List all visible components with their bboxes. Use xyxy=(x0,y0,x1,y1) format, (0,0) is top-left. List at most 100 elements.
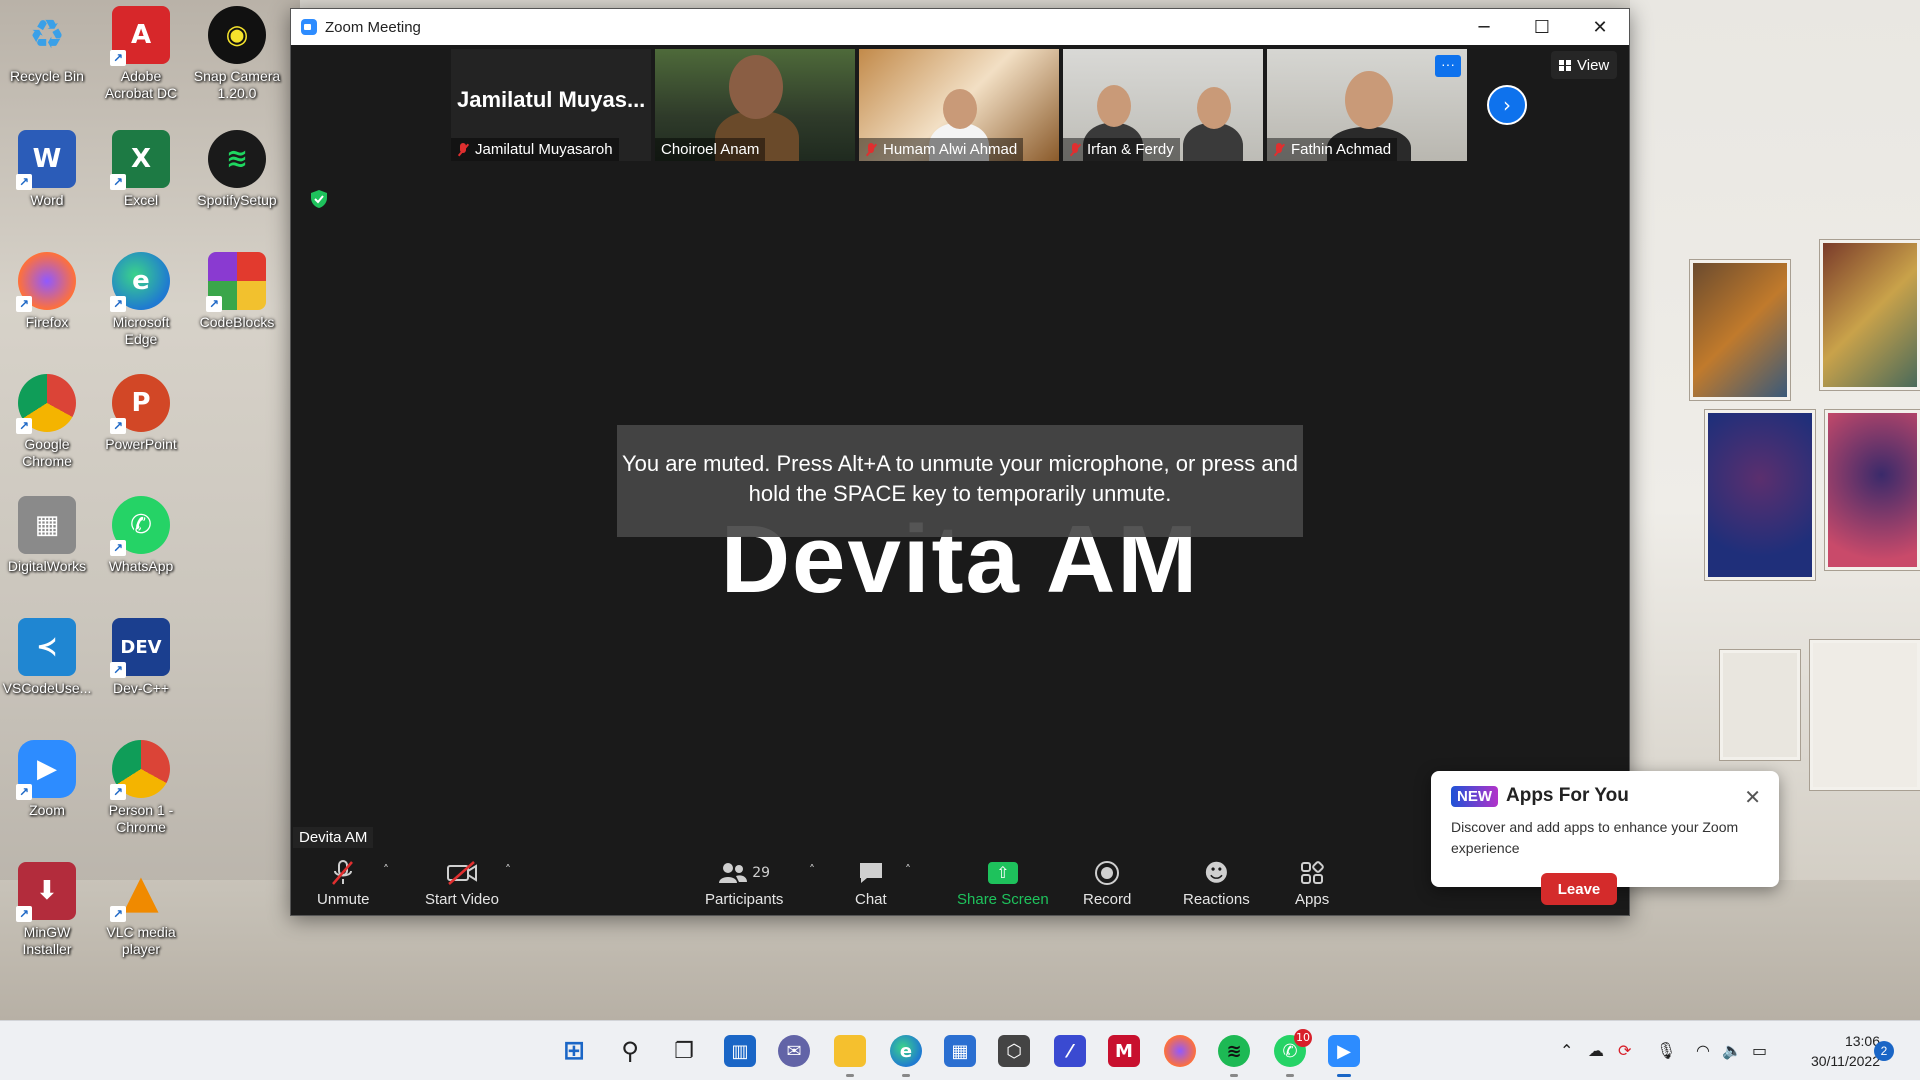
desktop-icon-codeblocks[interactable]: ↗ CodeBlocks xyxy=(192,252,282,331)
file-explorer-icon[interactable] xyxy=(834,1035,866,1077)
notification-count-badge[interactable]: 2 xyxy=(1874,1041,1894,1061)
desktop-icon-chrome-person1[interactable]: ↗ Person 1 - Chrome xyxy=(96,740,186,836)
devcpp-icon: DEV ↗ xyxy=(110,618,170,678)
reactions-button[interactable]: ☻ Reactions xyxy=(1183,857,1250,908)
chrome-icon: ↗ xyxy=(16,374,76,434)
search-icon[interactable]: ⚲ xyxy=(614,1035,646,1067)
participants-icon: 29 xyxy=(718,857,770,889)
participant-name: Fathin Achmad xyxy=(1291,141,1392,158)
zoom-icon: ▶ ↗ xyxy=(16,740,76,800)
participant-name-placeholder: Jamilatul Muyas... xyxy=(457,87,646,112)
desktop-icon-vlc[interactable]: ▲ ↗ VLC media player xyxy=(96,862,186,958)
zoom-icon[interactable]: ▶ xyxy=(1328,1035,1360,1077)
record-button[interactable]: Record xyxy=(1083,857,1131,908)
maximize-button[interactable]: ☐ xyxy=(1513,9,1571,45)
onedrive-cloud-icon[interactable]: ☁ xyxy=(1588,1041,1604,1060)
widgets-icon[interactable]: ▥ xyxy=(724,1035,756,1067)
share-screen-button[interactable]: ⇧ Share Screen xyxy=(957,857,1049,908)
apps-icon xyxy=(1299,857,1325,889)
acrobat-icon: A ↗ xyxy=(110,6,170,66)
minimize-button[interactable]: ─ xyxy=(1455,9,1513,45)
participant-thumbnail[interactable]: Humam Alwi Ahmad xyxy=(859,49,1059,161)
more-options-button[interactable]: ··· xyxy=(1435,55,1461,77)
title-bar[interactable]: Zoom Meeting ─ ☐ ✕ xyxy=(291,9,1629,45)
self-view-label: Devita AM xyxy=(293,827,374,848)
sync-status-icon[interactable]: ⟳ xyxy=(1618,1041,1631,1060)
wallpaper-painting xyxy=(1705,410,1815,580)
taskbar: ⊞ ⚲ ❐ ▥ ✉ e ▦ ⬡ ⁄ M ≋ ✆ 10 ▶ ⌃ ☁ ⟳ 🎙 ◠ 🔈 … xyxy=(0,1020,1920,1080)
snap-camera-icon: ◉ xyxy=(208,6,266,64)
desktop-icon-firefox[interactable]: ↗ Firefox xyxy=(2,252,92,331)
unity-icon[interactable]: ⬡ xyxy=(998,1035,1030,1067)
participant-thumbnail[interactable]: Jamilatul Muyas... Jamilatul Muyasaroh xyxy=(451,49,651,161)
firefox-icon[interactable] xyxy=(1164,1035,1196,1067)
participant-thumbnail[interactable]: ··· Fathin Achmad xyxy=(1267,49,1467,161)
task-view-icon[interactable]: ❐ xyxy=(668,1035,700,1067)
participant-count: 29 xyxy=(752,865,771,881)
firefox-icon: ↗ xyxy=(16,252,76,312)
mic-muted-icon xyxy=(865,142,877,157)
desktop-icon-digitalworks[interactable]: ▦ DigitalWorks xyxy=(2,496,92,575)
clock-time: 13:06 xyxy=(1844,1033,1880,1049)
desktop-icon-whatsapp[interactable]: ✆ ↗ WhatsApp xyxy=(96,496,186,575)
apps-button[interactable]: Apps xyxy=(1295,857,1329,908)
popup-title: Apps For You xyxy=(1506,785,1629,806)
video-options-caret-icon[interactable]: ˄ xyxy=(505,863,511,877)
desktop-icon-spotify-setup[interactable]: ≋ SpotifySetup xyxy=(192,130,282,209)
next-page-arrow-icon[interactable]: › xyxy=(1487,85,1527,125)
popup-close-icon[interactable]: ✕ xyxy=(1744,785,1761,809)
unmute-button[interactable]: Unmute xyxy=(317,857,370,908)
store-icon[interactable]: ▦ xyxy=(944,1035,976,1067)
wallpaper-painting xyxy=(1720,650,1800,760)
desktop-icon-powerpoint[interactable]: P ↗ PowerPoint xyxy=(96,374,186,453)
desktop-icon-mingw[interactable]: ⬇ ↗ MinGW Installer xyxy=(2,862,92,958)
edge-icon[interactable]: e xyxy=(890,1035,922,1077)
volume-icon[interactable]: 🔈 xyxy=(1722,1041,1742,1060)
desktop-icon-word[interactable]: W ↗ Word xyxy=(2,130,92,209)
desktop-icon-acrobat[interactable]: A ↗ Adobe Acrobat DC xyxy=(96,6,186,102)
leave-button[interactable]: Leave xyxy=(1541,873,1617,905)
participants-options-caret-icon[interactable]: ˄ xyxy=(809,863,815,877)
mic-muted-icon xyxy=(1069,142,1081,157)
desktop-icon-zoom[interactable]: ▶ ↗ Zoom xyxy=(2,740,92,819)
desktop-icon-edge[interactable]: e ↗ Microsoft Edge xyxy=(96,252,186,348)
participant-name-tag: Choiroel Anam xyxy=(655,138,766,161)
encryption-shield-icon[interactable] xyxy=(309,189,329,209)
close-button[interactable]: ✕ xyxy=(1571,9,1629,45)
desktop-icon-vscode[interactable]: ≺ VSCodeUse... xyxy=(2,618,92,697)
whatsapp-icon[interactable]: ✆ 10 xyxy=(1274,1029,1312,1077)
chat-button[interactable]: Chat xyxy=(855,857,887,908)
participant-thumbnail[interactable]: Irfan & Ferdy xyxy=(1063,49,1263,161)
participants-button[interactable]: 29 Participants xyxy=(705,857,783,908)
wallpaper-painting xyxy=(1820,240,1920,390)
audio-options-caret-icon[interactable]: ˄ xyxy=(383,863,389,877)
zoom-window: Zoom Meeting ─ ☐ ✕ Jamilatul Muyas... Ja… xyxy=(290,8,1779,916)
powerpoint-icon: P ↗ xyxy=(110,374,170,434)
desktop-icon-devcpp[interactable]: DEV ↗ Dev-C++ xyxy=(96,618,186,697)
terminal-icon[interactable]: ⁄ xyxy=(1054,1035,1086,1067)
chat-options-caret-icon[interactable]: ˄ xyxy=(905,863,911,877)
participant-thumbnail[interactable]: Choiroel Anam xyxy=(655,49,855,161)
desktop-icon-excel[interactable]: X ↗ Excel xyxy=(96,130,186,209)
wifi-icon[interactable]: ◠ xyxy=(1696,1041,1710,1060)
spotify-icon[interactable]: ≋ xyxy=(1218,1035,1250,1077)
microphone-icon[interactable]: 🎙 xyxy=(1656,1041,1676,1060)
show-hidden-icons-chevron-icon[interactable]: ⌃ xyxy=(1560,1041,1573,1060)
start-icon[interactable]: ⊞ xyxy=(558,1035,590,1067)
desktop-icon-snap-camera[interactable]: ◉ Snap Camera 1.20.0 xyxy=(192,6,282,102)
view-button[interactable]: View xyxy=(1551,51,1618,79)
teams-chat-icon[interactable]: ✉ xyxy=(778,1035,810,1067)
wallpaper-painting xyxy=(1690,260,1790,400)
mcafee-icon[interactable]: M xyxy=(1108,1035,1140,1067)
desktop-icon-recycle-bin[interactable]: ♻ Recycle Bin xyxy=(2,6,92,85)
system-clock[interactable]: 13:06 30/11/2022 xyxy=(1790,1031,1880,1071)
window-title: Zoom Meeting xyxy=(325,18,421,36)
battery-icon[interactable]: ▭ xyxy=(1752,1041,1767,1060)
vscode-icon: ≺ xyxy=(18,618,76,676)
participant-name-tag: Irfan & Ferdy xyxy=(1063,138,1180,161)
start-video-button[interactable]: Start Video xyxy=(425,857,499,908)
mic-muted-icon xyxy=(457,142,469,157)
participant-video xyxy=(943,89,977,129)
desktop-icon-chrome[interactable]: ↗ Google Chrome xyxy=(2,374,92,470)
word-icon: W ↗ xyxy=(16,130,76,190)
